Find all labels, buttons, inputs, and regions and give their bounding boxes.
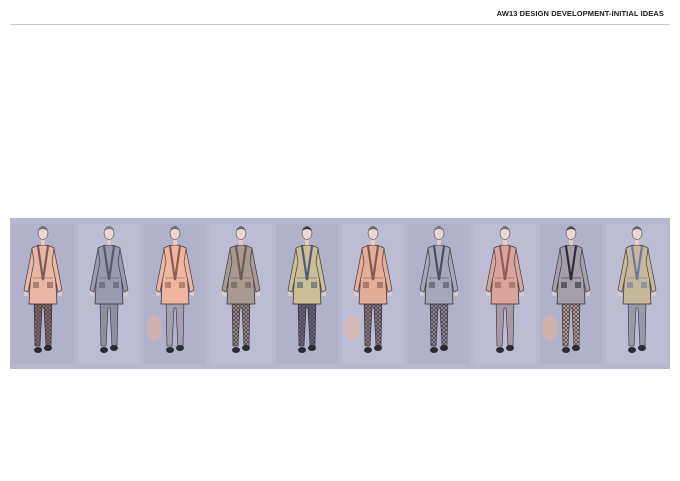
look-10 <box>604 218 670 369</box>
fashion-lineup-illustration <box>10 218 670 369</box>
look-1 <box>10 218 76 369</box>
header-divider <box>10 24 670 25</box>
look-2 <box>76 218 142 369</box>
page-title: AW13 DESIGN DEVELOPMENT-INITIAL IDEAS <box>496 9 664 18</box>
look-3 <box>142 218 208 369</box>
look-6 <box>340 218 406 369</box>
look-7 <box>406 218 472 369</box>
look-8 <box>472 218 538 369</box>
look-5 <box>274 218 340 369</box>
look-4 <box>208 218 274 369</box>
look-9 <box>538 218 604 369</box>
